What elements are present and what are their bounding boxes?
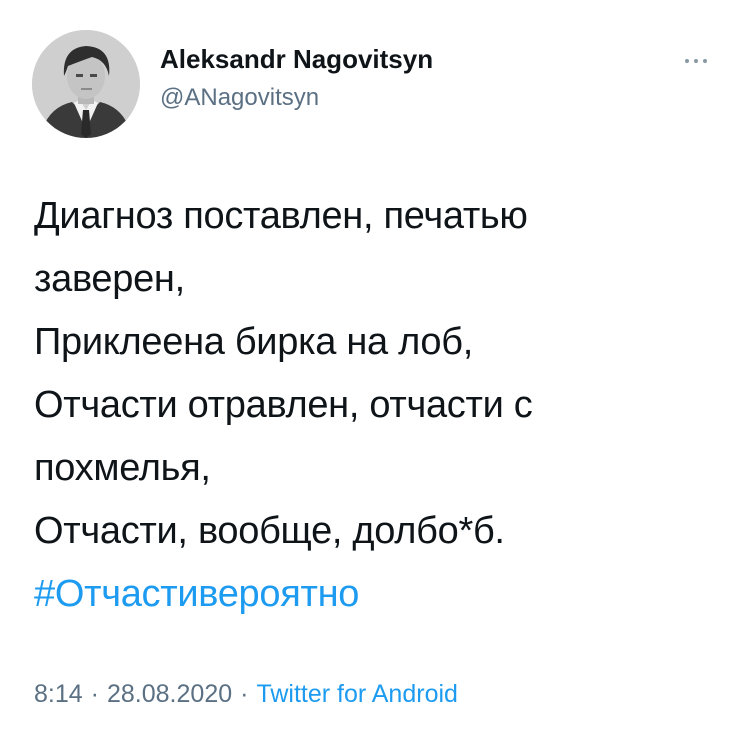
tweet-date[interactable]: 28.08.2020 <box>107 680 232 708</box>
tweet-text-line: Отчасти отравлен, отчасти с <box>34 384 533 426</box>
tweet-text-line: Диагноз поставлен, печатью <box>34 195 528 237</box>
author-handle[interactable]: @ANagovitsyn <box>160 84 319 112</box>
tweet-text-line: заверен, <box>34 258 185 300</box>
dot-icon <box>694 59 698 63</box>
tweet-metadata: 8:14 · 28.08.2020 · Twitter for Android <box>34 680 458 709</box>
author-display-name[interactable]: Aleksandr Nagovitsyn <box>160 44 433 75</box>
tweet-text-line: Приклеена бирка на лоб, <box>34 321 473 363</box>
tweet-card: Aleksandr Nagovitsyn @ANagovitsyn Диагно… <box>0 0 750 739</box>
tweet-text-line: Отчасти, вообще, долбо*б. <box>34 510 505 552</box>
dot-icon <box>703 59 707 63</box>
meta-separator: · <box>240 680 249 708</box>
hashtag-link[interactable]: #Отчастивероятно <box>34 563 724 626</box>
tweet-text-line: похмелья, <box>34 447 211 489</box>
tweet-source-link[interactable]: Twitter for Android <box>256 680 457 708</box>
more-horizontal-icon[interactable] <box>680 54 712 68</box>
tweet-text: Диагноз поставлен, печатью заверен, Прик… <box>34 185 724 626</box>
avatar[interactable] <box>32 30 140 138</box>
tweet-time[interactable]: 8:14 <box>34 680 83 708</box>
dot-icon <box>685 59 689 63</box>
meta-separator: · <box>90 680 99 708</box>
avatar-photo <box>32 30 140 138</box>
